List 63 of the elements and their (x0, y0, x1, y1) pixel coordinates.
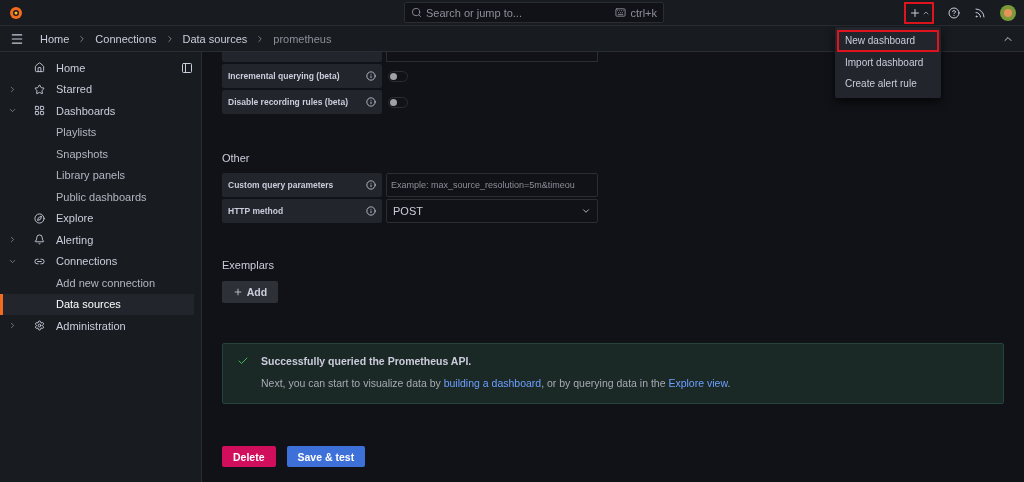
field-label: Custom query parameters (222, 173, 382, 197)
search-field[interactable]: Search or jump to... ctrl+k (404, 2, 664, 23)
section-heading: Exemplars (222, 259, 275, 271)
field-label: HTTP method (222, 199, 382, 223)
breadcrumb-link[interactable]: Connections (95, 32, 157, 45)
alert-title: Successfully queried the Prometheus API. (261, 355, 473, 367)
dock-icon[interactable] (181, 61, 193, 74)
check-icon (237, 355, 249, 367)
nav-item[interactable]: Data sources (0, 293, 194, 315)
toggle-switch[interactable] (388, 96, 408, 108)
menu-item[interactable]: Create alert rule (837, 73, 939, 95)
plus-icon (908, 6, 921, 19)
bell-icon (33, 234, 45, 246)
home-icon (33, 62, 45, 74)
avatar-icon[interactable] (1000, 4, 1016, 21)
nav-item[interactable]: Explore (0, 207, 194, 229)
breadcrumb-link[interactable]: Data sources (182, 32, 248, 45)
plus-icon (232, 287, 243, 297)
caret-icon[interactable] (8, 84, 17, 94)
keyboard-icon (615, 7, 627, 18)
toggle-switch[interactable] (388, 70, 408, 82)
star-icon (33, 83, 45, 95)
rss-icon[interactable] (974, 6, 986, 19)
search-icon (411, 7, 422, 18)
gear-icon (33, 320, 45, 332)
shortcut-hint: ctrl+k (630, 6, 657, 19)
new-button[interactable] (904, 1, 934, 24)
nav-item[interactable]: Connections (0, 250, 194, 272)
nav-item[interactable]: Public dashboards (0, 186, 194, 208)
info-icon[interactable] (366, 180, 376, 190)
compass-icon (33, 212, 45, 224)
logo-icon[interactable] (8, 4, 24, 21)
grid-icon (33, 105, 45, 117)
info-icon[interactable] (366, 71, 376, 81)
caret-icon[interactable] (8, 321, 17, 331)
nav-item[interactable]: Library panels (0, 164, 194, 186)
section-heading: Other (222, 152, 251, 164)
save-button[interactable]: Save & test (286, 446, 366, 467)
nav-item[interactable]: Home (0, 57, 194, 79)
alert-message: Next, you can start to visualize data by building a dashboard, or by querying data in the Explore view. (261, 377, 731, 389)
field-label: Disable recording rules (beta) (222, 90, 382, 114)
input-field[interactable]: Example: max_source_resolution=5m&timeou (386, 173, 598, 197)
delete-button[interactable]: Delete (222, 446, 276, 467)
field-label: Incremental querying (beta) (222, 64, 382, 88)
caret-icon[interactable] (8, 235, 17, 245)
menu-icon[interactable] (10, 31, 24, 46)
help-icon[interactable] (948, 6, 960, 19)
nav-item[interactable]: Playlists (0, 121, 194, 143)
select-field[interactable]: POST (386, 199, 598, 223)
info-icon[interactable] (366, 97, 376, 107)
menu-item[interactable]: Import dashboard (837, 51, 939, 73)
info-icon[interactable] (366, 206, 376, 216)
nav-item[interactable]: Dashboards (0, 100, 194, 122)
chevron-icon (581, 206, 591, 216)
breadcrumb-link[interactable]: Home (40, 32, 70, 45)
add-button[interactable]: Add (222, 281, 278, 303)
breadcrumb-link[interactable]: prometheus (273, 32, 332, 45)
menu-item[interactable]: New dashboard (837, 30, 939, 52)
nav-item[interactable]: Starred (0, 78, 194, 100)
nav-item[interactable]: Snapshots (0, 143, 194, 165)
nav-item[interactable]: Administration (0, 315, 194, 337)
nav-item[interactable]: Alerting (0, 229, 194, 251)
nav-item[interactable]: Add new connection (0, 272, 194, 294)
